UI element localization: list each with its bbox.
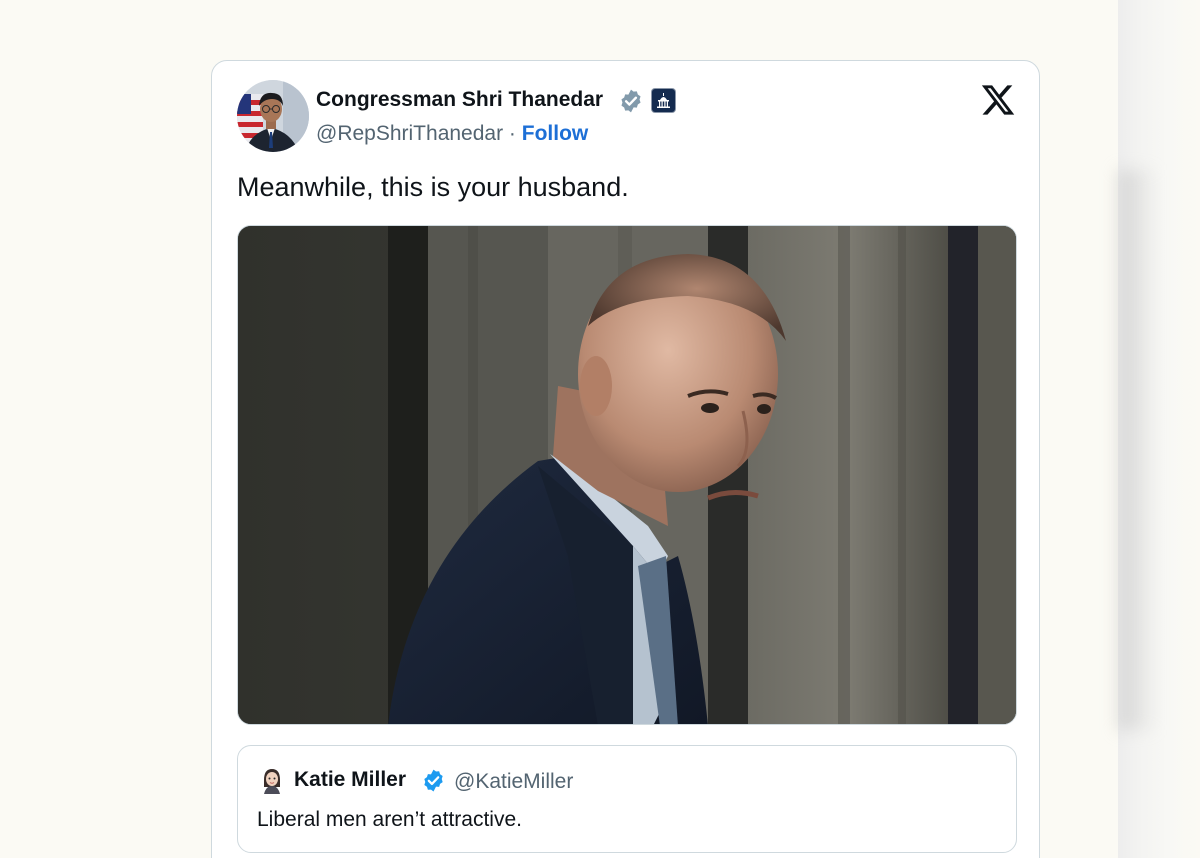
government-affiliation-badge-icon bbox=[652, 89, 675, 112]
quoted-tweet-text: Liberal men aren’t attractive. bbox=[257, 808, 522, 831]
author-handle-line: @RepShriThanedar · Follow bbox=[316, 122, 588, 146]
page: Congressman Shri Thanedar @RepShriThaned… bbox=[0, 0, 1200, 858]
author-handle[interactable]: @RepShriThanedar bbox=[316, 122, 503, 145]
verified-badge-gray-icon bbox=[621, 89, 641, 113]
quoted-author-handle[interactable]: @KatieMiller bbox=[454, 770, 573, 794]
handle-separator: · bbox=[503, 122, 522, 145]
avatar-photo bbox=[237, 80, 309, 152]
author-name[interactable]: Congressman Shri Thanedar bbox=[316, 88, 603, 112]
verified-badge-blue-icon bbox=[424, 769, 443, 792]
photo-media bbox=[238, 226, 1016, 724]
x-logo-icon[interactable] bbox=[980, 82, 1016, 118]
quoted-author-avatar[interactable] bbox=[258, 766, 286, 794]
follow-button[interactable]: Follow bbox=[522, 122, 589, 145]
tweet-embed-card[interactable]: Congressman Shri Thanedar @RepShriThaned… bbox=[211, 60, 1040, 858]
quoted-tweet-card[interactable]: Katie Miller @KatieMiller Liberal men ar… bbox=[237, 745, 1017, 853]
page-edge-shadow-inner bbox=[1118, 170, 1158, 730]
tweet-media-image[interactable] bbox=[237, 225, 1017, 725]
capitol-icon bbox=[657, 93, 670, 108]
quoted-author-name[interactable]: Katie Miller bbox=[294, 768, 406, 792]
tweet-text: Meanwhile, this is your husband. bbox=[237, 172, 629, 202]
author-avatar[interactable] bbox=[237, 80, 309, 152]
